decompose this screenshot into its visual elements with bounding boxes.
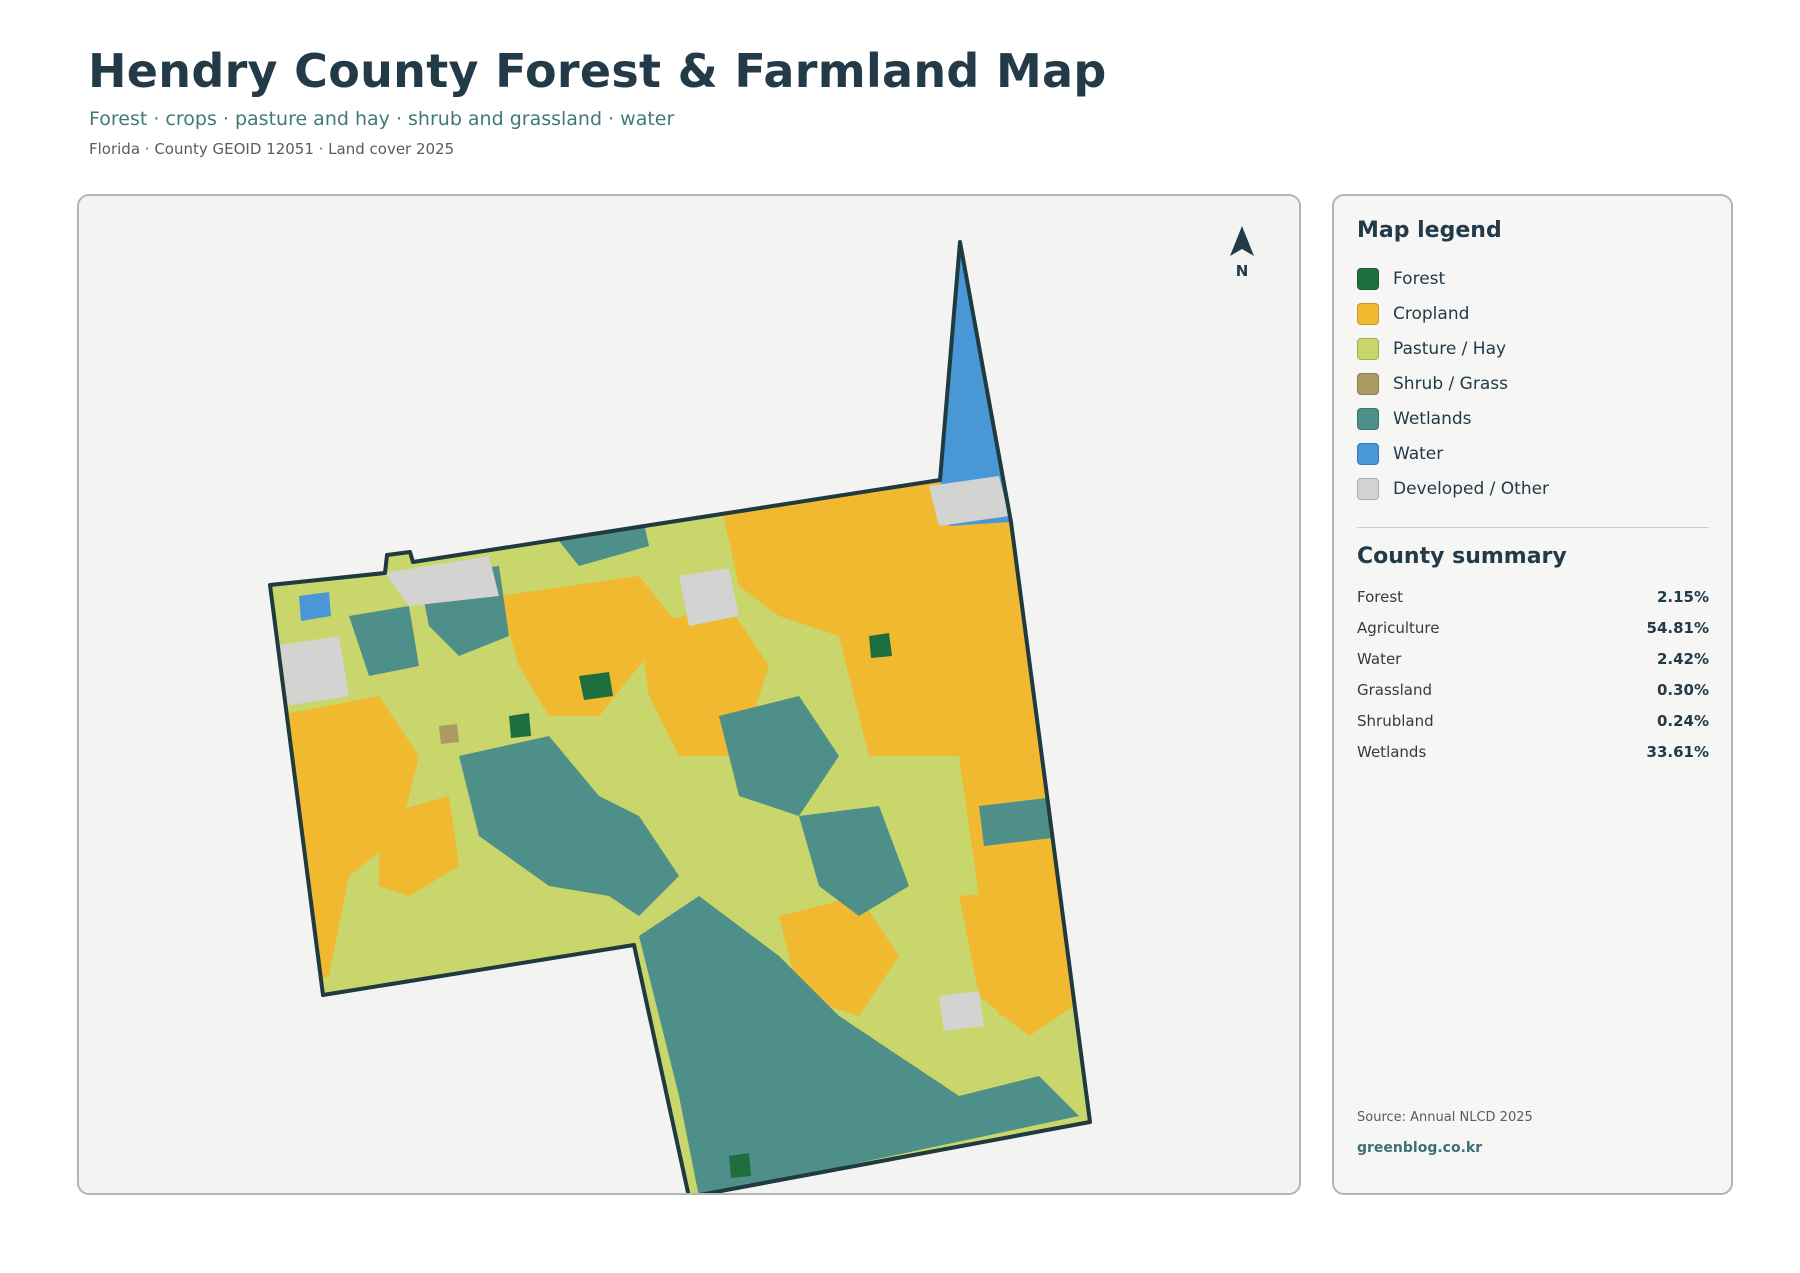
land-cover-layer: [270, 242, 1090, 1193]
developed-center: [679, 568, 739, 626]
credit-link[interactable]: greenblog.co.kr: [1357, 1140, 1482, 1156]
county-map[interactable]: [79, 196, 1299, 1193]
summary-row-shrubland: Shrubland 0.24%: [1357, 712, 1709, 734]
summary-label: Grassland: [1357, 681, 1432, 699]
legend-title: Map legend: [1357, 218, 1502, 243]
forest-patch-1: [579, 672, 613, 700]
summary-label: Shrubland: [1357, 712, 1434, 730]
summary-value: 2.42%: [1656, 650, 1709, 668]
summary-row-water: Water 2.42%: [1357, 650, 1709, 672]
legend-label: Shrub / Grass: [1393, 374, 1508, 394]
summary-value: 0.24%: [1656, 712, 1709, 730]
summary-label: Water: [1357, 650, 1402, 668]
legend-label: Cropland: [1393, 304, 1470, 324]
legend-swatch: [1357, 373, 1379, 395]
summary-row-forest: Forest 2.15%: [1357, 588, 1709, 610]
summary-value: 2.15%: [1656, 588, 1709, 606]
page-subtitle: Forest · crops · pasture and hay · shrub…: [89, 108, 675, 130]
summary-value: 54.81%: [1646, 619, 1709, 637]
legend-swatch: [1357, 303, 1379, 325]
legend-swatch: [1357, 478, 1379, 500]
legend-swatch: [1357, 268, 1379, 290]
page-meta: Florida · County GEOID 12051 · Land cove…: [89, 140, 455, 158]
summary-value: 33.61%: [1646, 743, 1709, 761]
legend-label: Pasture / Hay: [1393, 339, 1507, 359]
legend-swatch: [1357, 443, 1379, 465]
summary-label: Wetlands: [1357, 743, 1427, 761]
summary-label: Forest: [1357, 588, 1404, 606]
summary-row-agriculture: Agriculture 54.81%: [1357, 619, 1709, 641]
legend-label: Forest: [1393, 269, 1446, 289]
forest-patch-3: [869, 633, 892, 658]
summary-title: County summary: [1357, 544, 1567, 569]
summary-label: Agriculture: [1357, 619, 1440, 637]
forest-patch-4: [729, 1153, 751, 1178]
legend-label: Water: [1393, 444, 1444, 464]
summary-row-wetlands: Wetlands 33.61%: [1357, 743, 1709, 765]
legend-label: Developed / Other: [1393, 479, 1550, 499]
summary-row-grassland: Grassland 0.30%: [1357, 681, 1709, 703]
source-note: Source: Annual NLCD 2025: [1357, 1110, 1533, 1125]
legend-swatch: [1357, 408, 1379, 430]
north-label: N: [1235, 262, 1249, 280]
shrub-patch: [439, 724, 459, 744]
water-patch: [299, 592, 331, 621]
legend-label: Wetlands: [1393, 409, 1472, 429]
developed-south: [939, 991, 984, 1031]
map-panel[interactable]: N: [77, 194, 1301, 1195]
forest-patch-2: [509, 713, 531, 738]
legend-swatch: [1357, 338, 1379, 360]
page-title: Hendry County Forest & Farmland Map: [88, 44, 1107, 98]
side-panel: Map legend Forest Cropland Pasture / Hay…: [1332, 194, 1733, 1195]
divider: [1357, 527, 1709, 528]
summary-value: 0.30%: [1656, 681, 1709, 699]
